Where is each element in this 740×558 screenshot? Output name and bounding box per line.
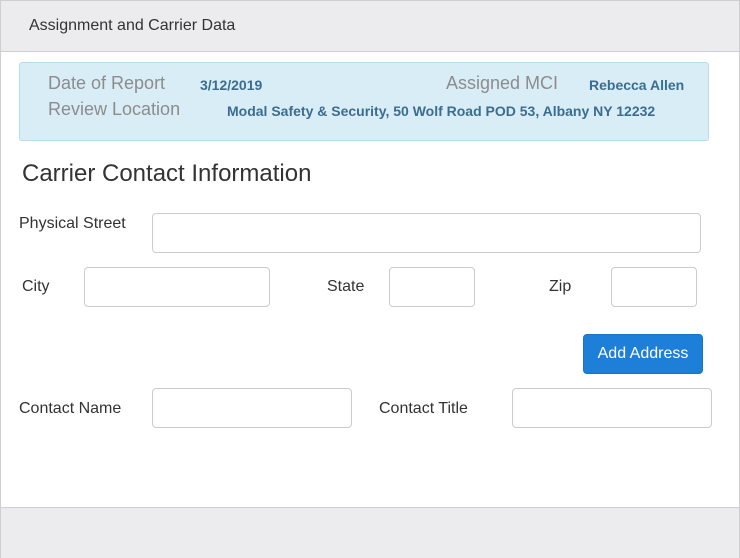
- zip-input[interactable]: [611, 267, 697, 307]
- panel-title: Assignment and Carrier Data: [29, 17, 236, 34]
- review-location-value: Modal Safety & Security, 50 Wolf Road PO…: [227, 103, 656, 119]
- carrier-contact-heading: Carrier Contact Information: [22, 160, 312, 187]
- contact-name-label: Contact Name: [19, 400, 122, 417]
- state-label: State: [327, 278, 365, 295]
- contact-title-input[interactable]: [512, 388, 712, 428]
- state-input[interactable]: [389, 267, 475, 307]
- panel-header: Assignment and Carrier Data: [1, 1, 739, 52]
- city-label: City: [22, 278, 50, 295]
- assigned-mci-value: Rebecca Allen: [589, 77, 685, 93]
- assignment-panel: Assignment and Carrier Data Date of Repo…: [0, 0, 740, 558]
- physical-street-label: Physical Street: [19, 215, 126, 232]
- city-input[interactable]: [84, 267, 270, 307]
- zip-label: Zip: [549, 278, 572, 295]
- contact-title-label: Contact Title: [379, 400, 468, 417]
- physical-street-input[interactable]: [152, 213, 701, 253]
- add-address-button[interactable]: Add Address: [583, 334, 703, 374]
- date-of-report-label: Date of Report: [48, 73, 166, 93]
- assigned-mci-label: Assigned MCI: [446, 73, 559, 93]
- report-info-box: Date of Report 3/12/2019 Assigned MCI Re…: [19, 62, 709, 141]
- panel-footer: [1, 507, 739, 558]
- review-location-label: Review Location: [48, 99, 181, 119]
- date-of-report-value: 3/12/2019: [200, 77, 263, 93]
- contact-name-input[interactable]: [152, 388, 352, 428]
